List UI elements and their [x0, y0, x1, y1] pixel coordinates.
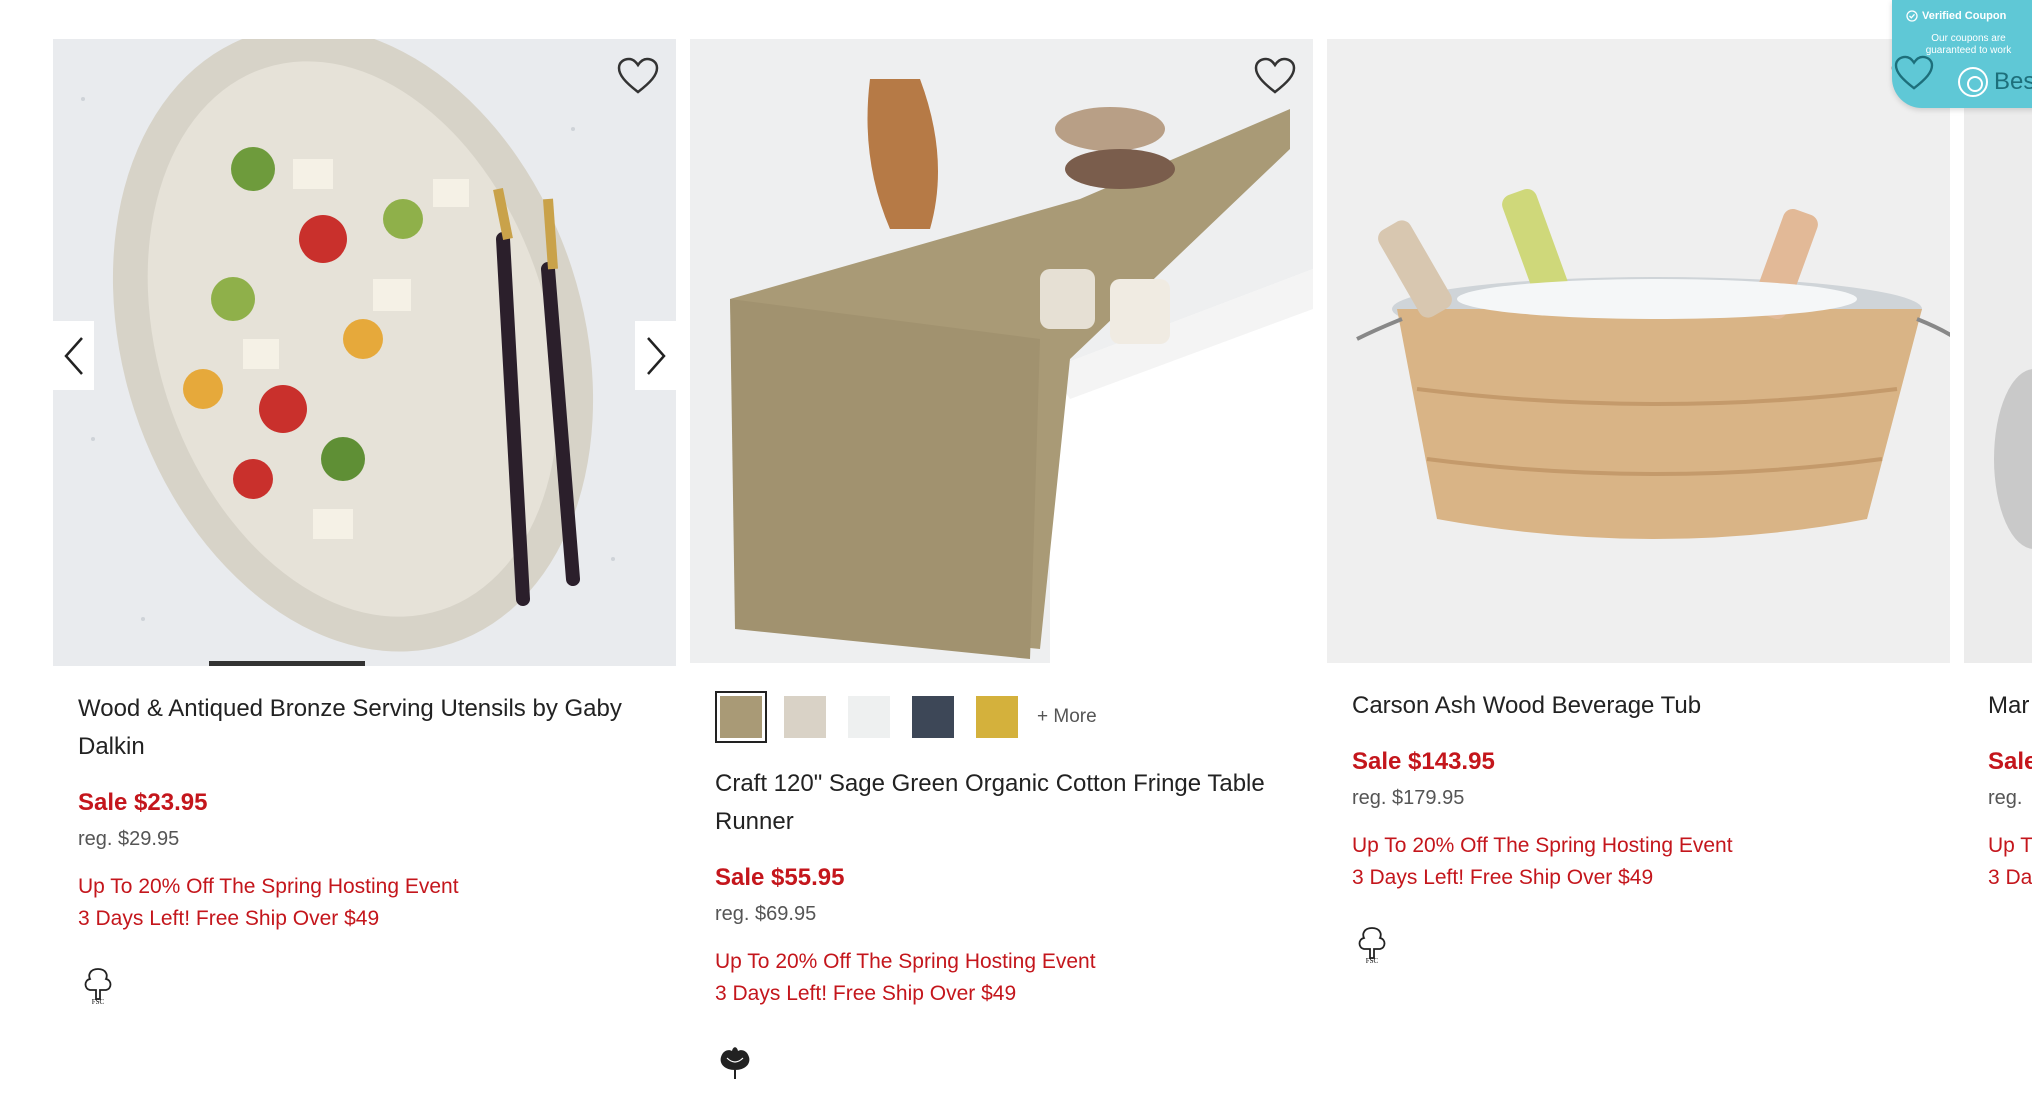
swatch-color [848, 696, 890, 738]
product-title[interactable]: Wood & Antiqued Bronze Serving Utensils … [78, 690, 636, 766]
product-photo [1964, 39, 2032, 663]
product-photo [690, 39, 1313, 663]
product-title[interactable]: Mar [1988, 687, 2032, 725]
swatch-color [720, 696, 762, 738]
regular-price: reg. $69.95 [715, 903, 817, 925]
promo-line: Up To 20% Off The Spring Hosting Event [78, 875, 459, 898]
product-title[interactable]: Carson Ash Wood Beverage Tub [1352, 687, 1910, 725]
swatch-sage[interactable] [715, 691, 767, 743]
more-colors-link[interactable]: + More [1037, 706, 1097, 728]
regular-price: reg. [1988, 787, 2023, 809]
product-image[interactable] [690, 39, 1313, 663]
promo-line: Up To 20% Off The Spring Hosting Event [1352, 834, 1733, 857]
fsc-tree-icon: FSC [78, 965, 118, 1006]
coupon-label: Bes [1994, 68, 2032, 95]
promo-line: Up T [1988, 834, 2032, 857]
swatch-color [784, 696, 826, 738]
carousel-progress-indicator [209, 661, 365, 666]
product-card[interactable]: Carson Ash Wood Beverage Tub Sale $143.9… [1327, 39, 1950, 965]
promo-line: 3 Days Left! Free Ship Over $49 [78, 907, 380, 930]
swatch-color [912, 696, 954, 738]
product-image[interactable] [1327, 39, 1950, 663]
promo-text: Up To 20% Off The Spring Hosting Event 3… [715, 946, 1273, 1010]
svg-text:FSC: FSC [92, 998, 105, 1005]
favorite-heart-icon[interactable] [617, 57, 659, 95]
carousel-next-button[interactable] [635, 321, 676, 390]
promo-text: Up To 20% Off The Spring Hosting Event 3… [1352, 830, 1910, 894]
regular-price: reg. $29.95 [78, 828, 180, 850]
swatch-oatmeal[interactable] [779, 691, 831, 743]
sale-price: Sale $55.95 [715, 864, 845, 891]
promo-line: 3 Da [1988, 866, 2032, 889]
product-image[interactable] [1964, 39, 2032, 663]
fsc-tree-icon: FSC [1352, 924, 1392, 965]
chevron-left-icon [63, 336, 83, 375]
favorite-heart-icon[interactable] [1894, 55, 1934, 91]
swatch-mustard[interactable] [971, 691, 1023, 743]
promo-line: 3 Days Left! Free Ship Over $49 [1352, 866, 1654, 889]
product-photo [1327, 39, 1950, 663]
cotton-boll-icon [715, 1040, 755, 1080]
swatch-navy[interactable] [907, 691, 959, 743]
promo-line: 3 Days Left! Free Ship Over $49 [715, 982, 1017, 1005]
sale-price: Sale [1988, 748, 2032, 775]
promo-line: Up To 20% Off The Spring Hosting Event [715, 950, 1096, 973]
product-title[interactable]: Craft 120" Sage Green Organic Cotton Fri… [715, 765, 1273, 841]
product-image[interactable] [53, 39, 676, 666]
verified-check-icon [1906, 10, 1918, 22]
svg-text:FSC: FSC [1366, 957, 1379, 964]
swatch-color [976, 696, 1018, 738]
favorite-heart-icon[interactable] [1254, 57, 1296, 95]
coupon-header: Verified Coupon [1906, 10, 2006, 22]
coupon-header-text: Verified Coupon [1922, 10, 2007, 22]
product-card[interactable]: Mar Sale reg. Up T 3 Da [1964, 39, 2032, 894]
color-swatches: + More [690, 691, 1313, 743]
swatch-white[interactable] [843, 691, 895, 743]
sale-price: Sale $23.95 [78, 789, 208, 816]
coupon-extension-badge[interactable]: Verified Coupon Our coupons are guarante… [1892, 0, 2032, 108]
coupon-subtext: Our coupons are guaranteed to work [1925, 33, 2012, 56]
carousel-prev-button[interactable] [53, 321, 94, 390]
product-card[interactable]: + More Craft 120" Sage Green Organic Cot… [690, 39, 1313, 1080]
sale-price: Sale $143.95 [1352, 748, 1495, 775]
promo-text: Up To 20% Off The Spring Hosting Event 3… [78, 871, 636, 935]
promo-text: Up T 3 Da [1988, 830, 2032, 894]
chevron-right-icon [646, 336, 666, 375]
product-image-carousel[interactable] [53, 39, 676, 666]
regular-price: reg. $179.95 [1352, 787, 1465, 809]
coupon-logo-icon [1958, 67, 1988, 97]
product-card[interactable]: Wood & Antiqued Bronze Serving Utensils … [53, 39, 676, 1006]
